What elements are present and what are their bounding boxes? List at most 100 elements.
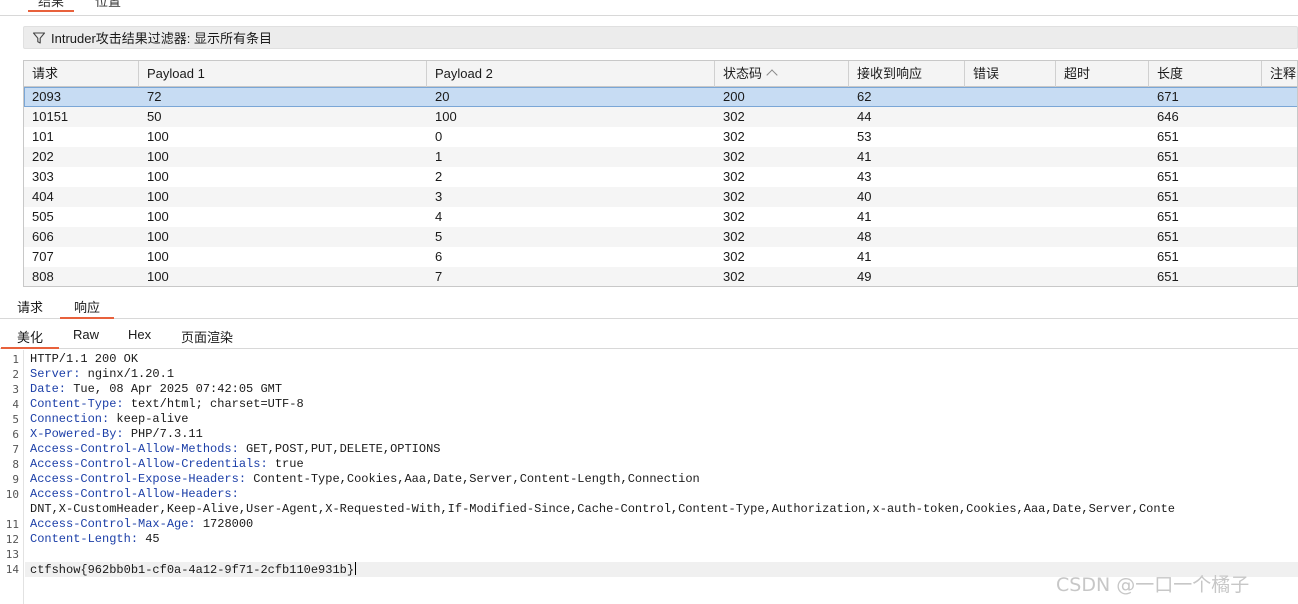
column-header-status-code[interactable]: 状态码 <box>715 61 849 87</box>
table-row[interactable]: 606 100 5 302 48 651 <box>24 227 1297 247</box>
header-value: Content-Type,Cookies,Aaa,Date,Server,Con… <box>246 472 700 486</box>
tab-pretty[interactable]: 美化 <box>0 327 60 349</box>
cell-status-code: 302 <box>723 149 745 164</box>
cell-response-received: 48 <box>857 229 872 244</box>
column-header-length[interactable]: 长度 <box>1149 61 1262 87</box>
table-row[interactable]: 2093 72 20 200 62 671 <box>24 87 1297 107</box>
line-number-gutter: 1 2 3 4 5 6 7 8 9 10 11 12 13 14 <box>0 350 24 604</box>
cell-payload1: 100 <box>147 229 169 244</box>
results-table: 请求 Payload 1 Payload 2 状态码 接收到响应 错误 超时 长… <box>23 60 1298 287</box>
cell-status-code: 302 <box>723 269 745 284</box>
cell-timeout <box>1056 187 1064 207</box>
cell-request: 707 <box>32 249 54 264</box>
cell-error <box>965 87 973 107</box>
cell-payload1: 50 <box>147 109 162 124</box>
cell-error <box>965 247 973 267</box>
table-header: 请求 Payload 1 Payload 2 状态码 接收到响应 错误 超时 长… <box>24 61 1297 87</box>
cell-length: 651 <box>1157 189 1179 204</box>
tab-request[interactable]: 请求 <box>17 297 43 316</box>
cell-error <box>965 187 973 207</box>
line-number: 8 <box>12 458 19 471</box>
cell-timeout <box>1056 87 1064 107</box>
code-line: Content-Length: 45 <box>30 532 160 547</box>
header-name: Date: <box>30 382 67 396</box>
cell-error <box>965 207 973 227</box>
column-header-comment[interactable]: 注释 <box>1262 61 1297 87</box>
cell-request: 2093 <box>32 89 61 104</box>
column-header-payload2[interactable]: Payload 2 <box>427 61 715 87</box>
cell-error <box>965 267 973 286</box>
tab-response[interactable]: 响应 <box>59 297 115 319</box>
tab-raw[interactable]: Raw <box>73 327 99 342</box>
cell-length: 651 <box>1157 129 1179 144</box>
code-line: Access-Control-Expose-Headers: Content-T… <box>30 472 700 487</box>
cell-payload1: 100 <box>147 129 169 144</box>
cell-timeout <box>1056 147 1064 167</box>
header-value: nginx/1.20.1 <box>80 367 175 381</box>
cell-length: 651 <box>1157 169 1179 184</box>
table-row[interactable]: 303 100 2 302 43 651 <box>24 167 1297 187</box>
table-row[interactable]: 101 100 0 302 53 651 <box>24 127 1297 147</box>
line-number: 6 <box>12 428 19 441</box>
header-name: Access-Control-Allow-Headers: <box>30 487 239 501</box>
cell-status-code: 302 <box>723 169 745 184</box>
filter-label: Intruder攻击结果过滤器: 显示所有条目 <box>51 31 273 46</box>
header-value: true <box>267 457 304 471</box>
cell-request: 101 <box>32 129 54 144</box>
cell-response-received: 41 <box>857 249 872 264</box>
header-name: Access-Control-Expose-Headers: <box>30 472 247 486</box>
table-row[interactable]: 808 100 7 302 49 651 <box>24 267 1297 286</box>
cell-payload1: 100 <box>147 189 169 204</box>
cell-timeout <box>1056 227 1064 247</box>
cell-status-code: 302 <box>723 129 745 144</box>
column-header-request[interactable]: 请求 <box>24 61 139 87</box>
header-name: X-Powered-By: <box>30 427 124 441</box>
column-header-timeout[interactable]: 超时 <box>1056 61 1149 87</box>
header-value: 1728000 <box>195 517 254 531</box>
line-number: 12 <box>5 533 19 546</box>
table-row[interactable]: 202 100 1 302 41 651 <box>24 147 1297 167</box>
tab-hex[interactable]: Hex <box>128 327 151 342</box>
table-row[interactable]: 10151 50 100 302 44 646 <box>24 107 1297 127</box>
tab-results[interactable]: 结果 <box>27 0 75 12</box>
table-row[interactable]: 707 100 6 302 41 651 <box>24 247 1297 267</box>
header-name: Connection: <box>30 412 110 426</box>
cell-payload2: 3 <box>435 189 443 204</box>
column-header-payload1[interactable]: Payload 1 <box>139 61 427 87</box>
code-line: Server: nginx/1.20.1 <box>30 367 174 382</box>
filter-icon <box>32 31 46 45</box>
header-value: GET,POST,PUT,DELETE,OPTIONS <box>238 442 441 456</box>
column-header-response-received[interactable]: 接收到响应 <box>849 61 965 87</box>
sort-ascending-icon <box>766 69 778 81</box>
line-number: 3 <box>12 383 19 396</box>
code-line: Access-Control-Allow-Methods: GET,POST,P… <box>30 442 440 457</box>
intruder-filter-bar[interactable]: Intruder攻击结果过滤器: 显示所有条目 <box>23 26 1298 49</box>
code-line: Access-Control-Max-Age: 1728000 <box>30 517 253 532</box>
cell-length: 651 <box>1157 269 1179 284</box>
line-number: 5 <box>12 413 19 426</box>
cell-timeout <box>1056 127 1064 147</box>
tab-render[interactable]: 页面渲染 <box>181 327 233 346</box>
cell-payload2: 4 <box>435 209 443 224</box>
line-number: 2 <box>12 368 19 381</box>
column-header-error[interactable]: 错误 <box>965 61 1056 87</box>
cell-comment <box>1262 167 1270 187</box>
cell-status-code: 302 <box>723 249 745 264</box>
table-row[interactable]: 404 100 3 302 40 651 <box>24 187 1297 207</box>
cell-request: 10151 <box>32 109 69 124</box>
cell-payload2: 7 <box>435 269 443 284</box>
header-value: Tue, 08 Apr 2025 07:42:05 GMT <box>66 382 283 396</box>
code-line: Access-Control-Allow-Headers: <box>30 487 239 502</box>
cell-payload1: 100 <box>147 169 169 184</box>
table-row[interactable]: 505 100 4 302 41 651 <box>24 207 1297 227</box>
header-value: 45 <box>138 532 160 546</box>
cell-payload1: 100 <box>147 149 169 164</box>
header-name: Access-Control-Allow-Credentials: <box>30 457 268 471</box>
cell-payload2: 0 <box>435 129 443 144</box>
code-line: DNT,X-CustomHeader,Keep-Alive,User-Agent… <box>30 502 1175 517</box>
header-name: Content-Length: <box>30 532 139 546</box>
cell-response-received: 49 <box>857 269 872 284</box>
response-editor[interactable]: 1 2 3 4 5 6 7 8 9 10 11 12 13 14 HTTP/1.1 200 OK Serve… <box>0 350 1298 604</box>
tab-positions[interactable]: 位置 <box>95 0 121 10</box>
header-value: DNT,X-CustomHeader,Keep-Alive,User-Agent… <box>30 502 1175 516</box>
